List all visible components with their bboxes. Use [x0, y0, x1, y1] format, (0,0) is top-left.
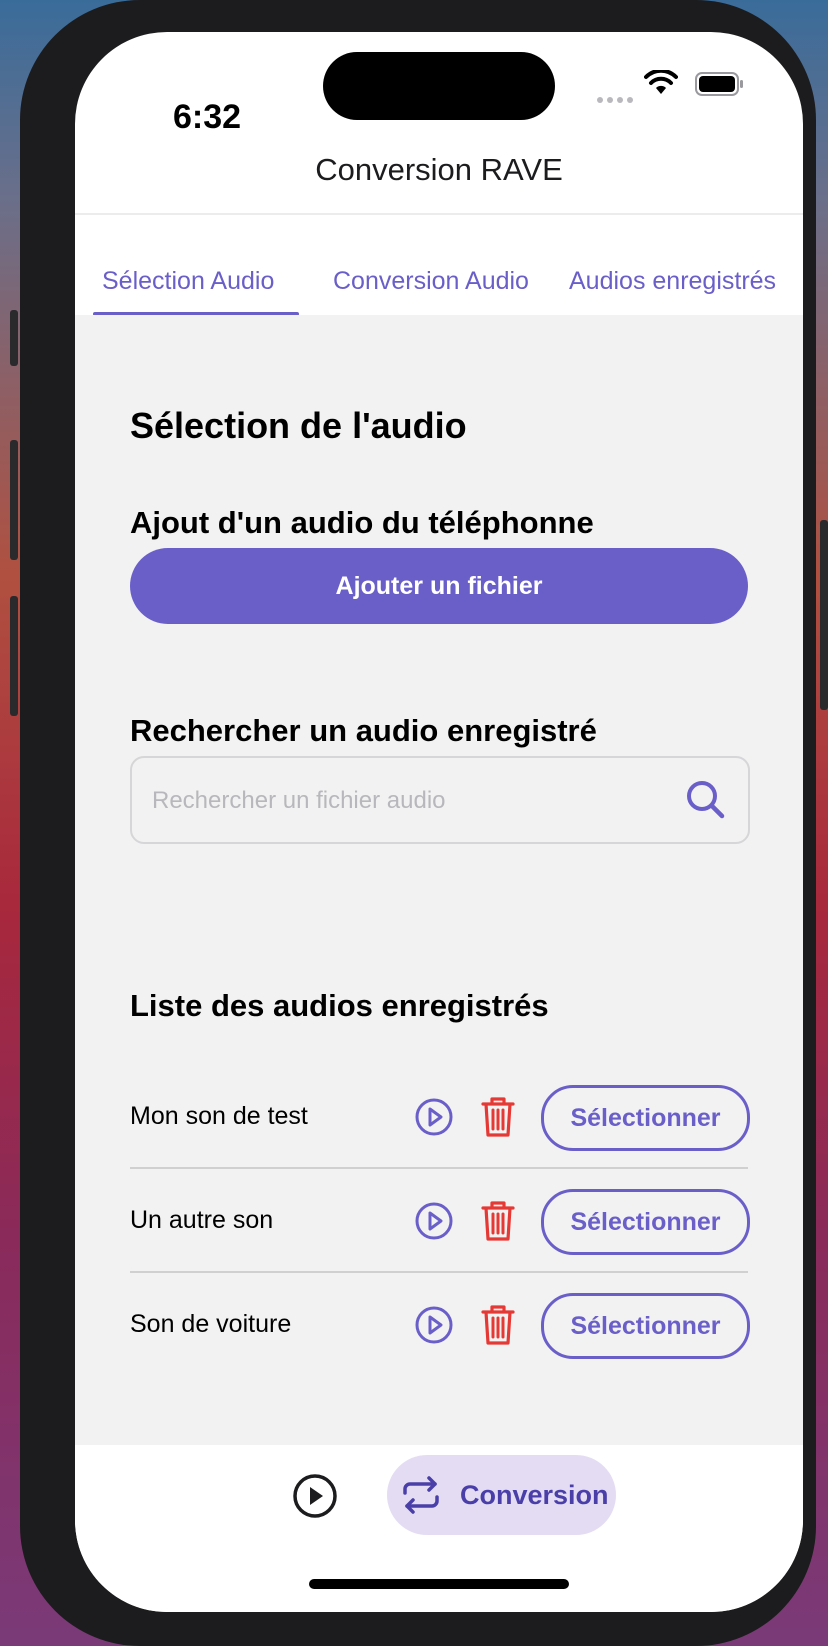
play-circle-icon[interactable] [414, 1201, 454, 1241]
play-circle-icon[interactable] [414, 1305, 454, 1345]
list-item: Mon son de test Sélectionner [130, 1065, 750, 1169]
play-circle-icon[interactable] [292, 1473, 338, 1519]
add-audio-heading: Ajout d'un audio du téléphonne [130, 505, 594, 540]
tab-bar: Sélection Audio Conversion Audio Audios … [75, 215, 803, 316]
mute-switch [10, 310, 18, 366]
wifi-icon [644, 70, 678, 94]
trash-icon[interactable] [480, 1095, 516, 1139]
dynamic-island [323, 52, 555, 120]
search-icon[interactable] [684, 778, 728, 822]
repeat-arrows-icon [403, 1476, 439, 1514]
volume-up-button [10, 440, 18, 560]
add-file-button[interactable]: Ajouter un fichier [130, 548, 748, 624]
list-item: Son de voiture Sélectionner [130, 1273, 750, 1377]
conversion-nav-label: Conversion [460, 1480, 609, 1510]
section-title: Sélection de l'audio [130, 405, 467, 446]
search-field [130, 756, 750, 844]
saved-audios-heading: Liste des audios enregistrés [130, 988, 549, 1023]
main-content: Sélection de l'audio Ajout d'un audio du… [75, 315, 803, 1445]
cellular-signal-icon [597, 90, 637, 108]
power-button [820, 520, 828, 710]
audio-name: Mon son de test [130, 1102, 308, 1130]
play-circle-icon[interactable] [414, 1097, 454, 1137]
tab-audios-enregistres[interactable]: Audios enregistrés [569, 267, 776, 296]
audio-name: Un autre son [130, 1206, 274, 1234]
select-button[interactable]: Sélectionner [541, 1293, 750, 1359]
home-indicator[interactable] [309, 1579, 569, 1589]
page-title: Conversion RAVE [315, 152, 563, 187]
conversion-nav-button[interactable]: Conversion [387, 1455, 616, 1535]
bottom-navigation: Conversion [75, 1445, 803, 1612]
select-button[interactable]: Sélectionner [541, 1085, 750, 1151]
tab-conversion-audio[interactable]: Conversion Audio [333, 267, 529, 296]
volume-down-button [10, 596, 18, 716]
audio-name: Son de voiture [130, 1310, 292, 1338]
search-audio-heading: Rechercher un audio enregistré [130, 713, 597, 748]
battery-icon [695, 72, 743, 96]
status-bar: 6:32 [75, 32, 803, 142]
tab-selection-audio[interactable]: Sélection Audio [102, 267, 274, 296]
app-screen: 6:32 Conversion RAVE Sélection Audio Con… [75, 32, 803, 1612]
phone-frame: 6:32 Conversion RAVE Sélection Audio Con… [10, 0, 828, 1646]
trash-icon[interactable] [480, 1303, 516, 1347]
list-item: Un autre son Sélectionner [130, 1169, 750, 1273]
search-input[interactable] [150, 758, 664, 844]
status-time: 6:32 [173, 98, 242, 136]
select-button[interactable]: Sélectionner [541, 1189, 750, 1255]
trash-icon[interactable] [480, 1199, 516, 1243]
